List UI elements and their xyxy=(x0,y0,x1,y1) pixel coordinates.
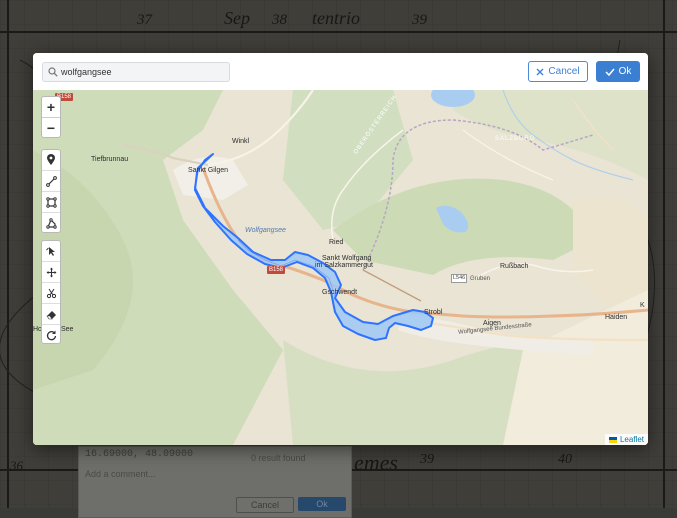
draw-marker-button[interactable] xyxy=(42,150,60,170)
zoom-control: + − xyxy=(41,96,61,138)
draw-rectangle-button[interactable] xyxy=(42,191,60,212)
polyline-icon xyxy=(45,175,57,187)
check-icon xyxy=(605,68,615,76)
close-icon xyxy=(536,68,544,75)
background-ok-button: Ok xyxy=(298,497,346,511)
draw-toolbar xyxy=(41,149,61,233)
background-cancel-button: Cancel xyxy=(236,497,294,513)
dialog-header: Cancel Ok xyxy=(33,53,648,91)
result-text: 0 result found xyxy=(251,453,306,463)
zoom-out-button[interactable]: − xyxy=(42,117,60,138)
delete-button[interactable] xyxy=(42,303,60,324)
rotate-button[interactable] xyxy=(42,324,60,345)
map-label-see: See xyxy=(61,326,74,333)
cursor-icon xyxy=(45,246,55,256)
map-label-sankt-gilgen: Sankt Gilgen xyxy=(188,167,229,174)
zoom-in-button[interactable]: + xyxy=(42,97,60,117)
draw-polygon-button[interactable] xyxy=(42,212,60,233)
map-label-winkl: Winkl xyxy=(232,138,250,145)
map-label-gschwendt: Gschwendt xyxy=(322,289,358,296)
cut-button[interactable] xyxy=(42,282,60,303)
map-label-salzburg: SALZBURG xyxy=(495,136,536,142)
eraser-icon xyxy=(45,310,56,319)
edit-vertices-button[interactable] xyxy=(42,241,60,261)
draw-polyline-button[interactable] xyxy=(42,170,60,191)
map-attribution: Leaflet xyxy=(604,434,648,445)
marker-icon xyxy=(47,154,55,165)
drag-button[interactable] xyxy=(42,261,60,282)
road-sign-b158: B158 xyxy=(267,266,286,274)
map-dialog: Cancel Ok xyxy=(33,53,648,445)
cancel-label: Cancel xyxy=(548,66,580,77)
cut-icon xyxy=(46,288,56,298)
ok-label: Ok xyxy=(618,66,632,77)
search-icon xyxy=(48,67,58,77)
leaflet-link[interactable]: Leaflet xyxy=(620,435,644,444)
comment-field: Add a comment... xyxy=(85,469,156,479)
search-box[interactable] xyxy=(42,62,230,82)
rectangle-icon xyxy=(45,196,57,208)
cancel-button[interactable]: Cancel xyxy=(528,61,588,82)
edit-toolbar xyxy=(41,240,61,344)
flag-icon xyxy=(608,436,617,443)
map-label-wolfgangsee: Wolfgangsee xyxy=(245,227,286,234)
map-label-k: K xyxy=(640,302,645,309)
map-label-strobl: Strobl xyxy=(424,309,443,316)
map-view[interactable]: Tiefbrunnau Winkl Sankt Gilgen Wolfgangs… xyxy=(33,90,648,445)
map-label-im-salzkammergut: im Salzkammergut xyxy=(315,262,373,269)
polygon-icon xyxy=(45,217,57,229)
map-label-ried: Ried xyxy=(329,239,344,246)
road-sign-l546: L546 xyxy=(451,274,468,283)
map-label-gruben: Gruben xyxy=(470,276,491,282)
map-label-tiefbrunnau: Tiefbrunnau xyxy=(91,156,129,163)
search-input[interactable] xyxy=(61,64,225,80)
rotate-icon xyxy=(46,330,56,340)
coordinates-value: 16.69000, 48.09000 xyxy=(85,449,194,460)
map-label-russbach: Rußbach xyxy=(500,263,529,270)
ok-button[interactable]: Ok xyxy=(596,61,640,82)
move-icon xyxy=(46,267,56,277)
map-label-sankt-wolfgang: Sankt Wolfgang xyxy=(322,255,372,262)
map-label-haiden: Haiden xyxy=(605,314,628,321)
